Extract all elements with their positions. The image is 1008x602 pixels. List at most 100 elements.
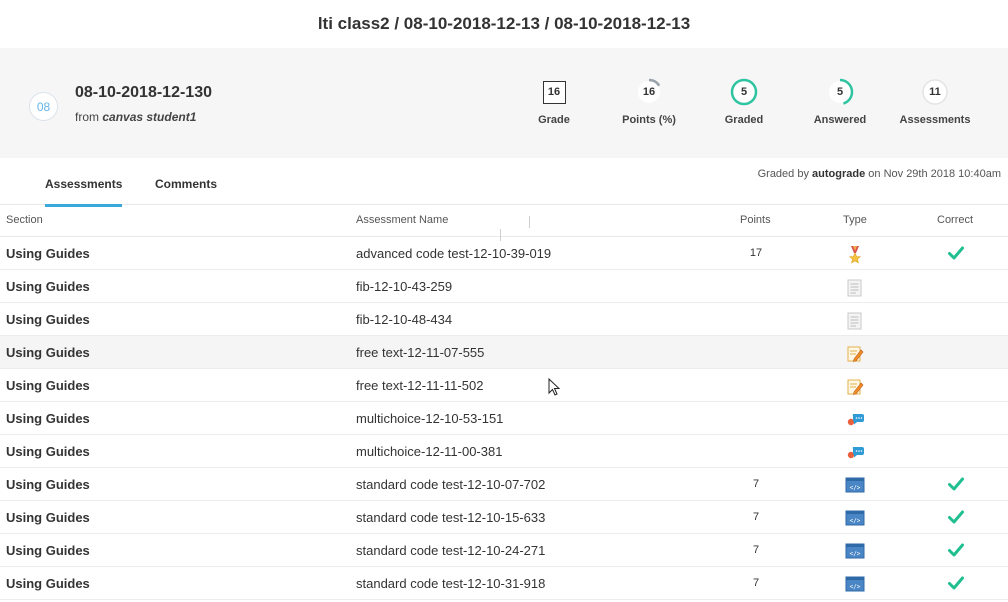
graded-ring: 5: [730, 78, 758, 106]
svg-text:</>: </>: [850, 518, 861, 525]
header-section[interactable]: Section: [6, 214, 43, 226]
svg-text:</>: </>: [850, 584, 861, 591]
row-section: Using Guides: [6, 279, 90, 294]
row-assessment-name[interactable]: advanced code test-12-10-39-019: [356, 246, 551, 261]
row-assessment-name[interactable]: multichoice-12-10-53-151: [356, 411, 503, 426]
answered-ring: 5: [826, 78, 854, 106]
table-row[interactable]: Using Guides free text-12-11-11-502: [0, 369, 1008, 402]
row-assessment-name[interactable]: standard code test-12-10-15-633: [356, 510, 545, 525]
graded-by-info: Graded by autograde on Nov 29th 2018 10:…: [758, 168, 1001, 180]
author-name: canvas student1: [102, 110, 197, 124]
code-icon: </>: [845, 476, 865, 494]
table-header: Section Assessment Name Points Type Corr…: [0, 205, 1008, 241]
tab-bar: Assessments Comments Graded by autograde…: [0, 158, 1008, 207]
row-assessment-name[interactable]: standard code test-12-10-31-918: [356, 576, 545, 591]
correct-check-icon: [947, 574, 965, 592]
submission-title: 08-10-2018-12-130: [75, 84, 212, 101]
submission-author: from canvas student1: [75, 110, 196, 124]
graded-by-prefix: Graded by: [757, 168, 809, 180]
row-section: Using Guides: [6, 246, 90, 261]
stat-grade: 16 Grade: [509, 76, 599, 126]
row-points: 7: [752, 544, 760, 556]
document-icon: [845, 278, 865, 297]
code-icon: </>: [845, 509, 865, 527]
table-row[interactable]: Using Guides standard code test-12-10-24-…: [0, 534, 1008, 567]
grade-value: 16: [542, 80, 566, 104]
stat-assessments: 11 Assessments: [890, 76, 980, 126]
stat-label: Answered: [813, 114, 867, 126]
table-row[interactable]: Using Guides fib-12-10-48-434: [0, 303, 1008, 336]
correct-check-icon: [947, 541, 965, 559]
table-row[interactable]: Using Guides standard code test-12-10-31-…: [0, 567, 1008, 600]
stat-graded: 5 Graded: [699, 76, 789, 126]
row-assessment-name[interactable]: multichoice-12-11-00-381: [356, 444, 502, 459]
tab-comments[interactable]: Comments: [155, 177, 217, 191]
pencil-note-icon: [845, 344, 865, 362]
code-icon: </>: [845, 575, 865, 593]
header-correct[interactable]: Correct: [937, 214, 973, 226]
assessments-value: 11: [929, 86, 941, 98]
tab-assessments[interactable]: Assessments: [45, 177, 123, 207]
mouse-cursor-icon: [548, 378, 561, 396]
breadcrumb: lti class2 / 08-10-2018-12-13 / 08-10-20…: [317, 14, 691, 33]
row-assessment-name[interactable]: standard code test-12-10-24-271: [356, 543, 545, 558]
header-assessment-name[interactable]: Assessment Name: [356, 214, 448, 226]
stat-points: 16 Points (%): [604, 76, 694, 126]
column-resize-handle[interactable]: [529, 216, 530, 228]
row-assessment-name[interactable]: free text-12-11-11-502: [356, 378, 483, 393]
row-assessment-name[interactable]: standard code test-12-10-07-702: [356, 477, 545, 492]
table-row[interactable]: Using Guides free text-12-11-07-555: [0, 336, 1008, 369]
row-section: Using Guides: [6, 411, 90, 426]
correct-check-icon: [947, 244, 965, 262]
answered-value: 5: [836, 86, 844, 98]
row-section: Using Guides: [6, 378, 90, 393]
svg-text:</>: </>: [850, 551, 861, 558]
table-row[interactable]: Using Guides standard code test-12-10-15-…: [0, 501, 1008, 534]
row-points: 7: [752, 511, 760, 523]
submission-summary: 08 08-10-2018-12-130 from canvas student…: [0, 48, 1008, 158]
grader-name: autograde: [812, 168, 866, 180]
header-points[interactable]: Points: [740, 214, 771, 226]
row-section: Using Guides: [6, 510, 90, 525]
stat-label: Graded: [724, 114, 764, 126]
table-row[interactable]: Using Guides standard code test-12-10-07-…: [0, 468, 1008, 501]
stat-label: Grade: [538, 114, 570, 126]
assessments-table-body: Using Guides advanced code test-12-10-39-…: [0, 237, 1008, 600]
row-section: Using Guides: [6, 345, 90, 360]
points-value: 16: [642, 86, 656, 98]
row-assessment-name[interactable]: fib-12-10-48-434: [356, 312, 452, 327]
header-type[interactable]: Type: [843, 214, 867, 226]
document-icon: [845, 311, 865, 330]
table-row[interactable]: Using Guides multichoice-12-11-00-381: [0, 435, 1008, 468]
row-points: 7: [752, 577, 760, 589]
row-section: Using Guides: [6, 543, 90, 558]
row-section: Using Guides: [6, 444, 90, 459]
stat-answered: 5 Answered: [795, 76, 885, 126]
points-ring: 16: [635, 78, 663, 106]
row-section: Using Guides: [6, 312, 90, 327]
code-icon: </>: [845, 542, 865, 560]
table-row[interactable]: Using Guides fib-12-10-43-259: [0, 270, 1008, 303]
table-row[interactable]: Using Guides multichoice-12-10-53-151: [0, 402, 1008, 435]
svg-text:</>: </>: [850, 485, 861, 492]
row-section: Using Guides: [6, 477, 90, 492]
graded-value: 5: [740, 86, 748, 98]
row-assessment-name[interactable]: fib-12-10-43-259: [356, 279, 452, 294]
chat-bubbles-icon: [845, 443, 865, 461]
avatar: 08: [29, 92, 58, 121]
table-row[interactable]: Using Guides advanced code test-12-10-39-…: [0, 237, 1008, 270]
graded-date: on Nov 29th 2018 10:40am: [868, 168, 1001, 180]
correct-check-icon: [947, 508, 965, 526]
stat-label: Assessments: [899, 114, 971, 126]
assessments-ring: 11: [921, 78, 949, 106]
medal-icon: [845, 245, 865, 264]
chat-bubbles-icon: [845, 410, 865, 428]
row-assessment-name[interactable]: free text-12-11-07-555: [356, 345, 484, 360]
row-section: Using Guides: [6, 576, 90, 591]
from-prefix: from: [75, 110, 99, 124]
pencil-note-icon: [845, 377, 865, 395]
correct-check-icon: [947, 475, 965, 493]
row-points: 17: [749, 247, 763, 259]
row-points: 7: [752, 478, 760, 490]
stat-label: Points (%): [622, 114, 676, 126]
